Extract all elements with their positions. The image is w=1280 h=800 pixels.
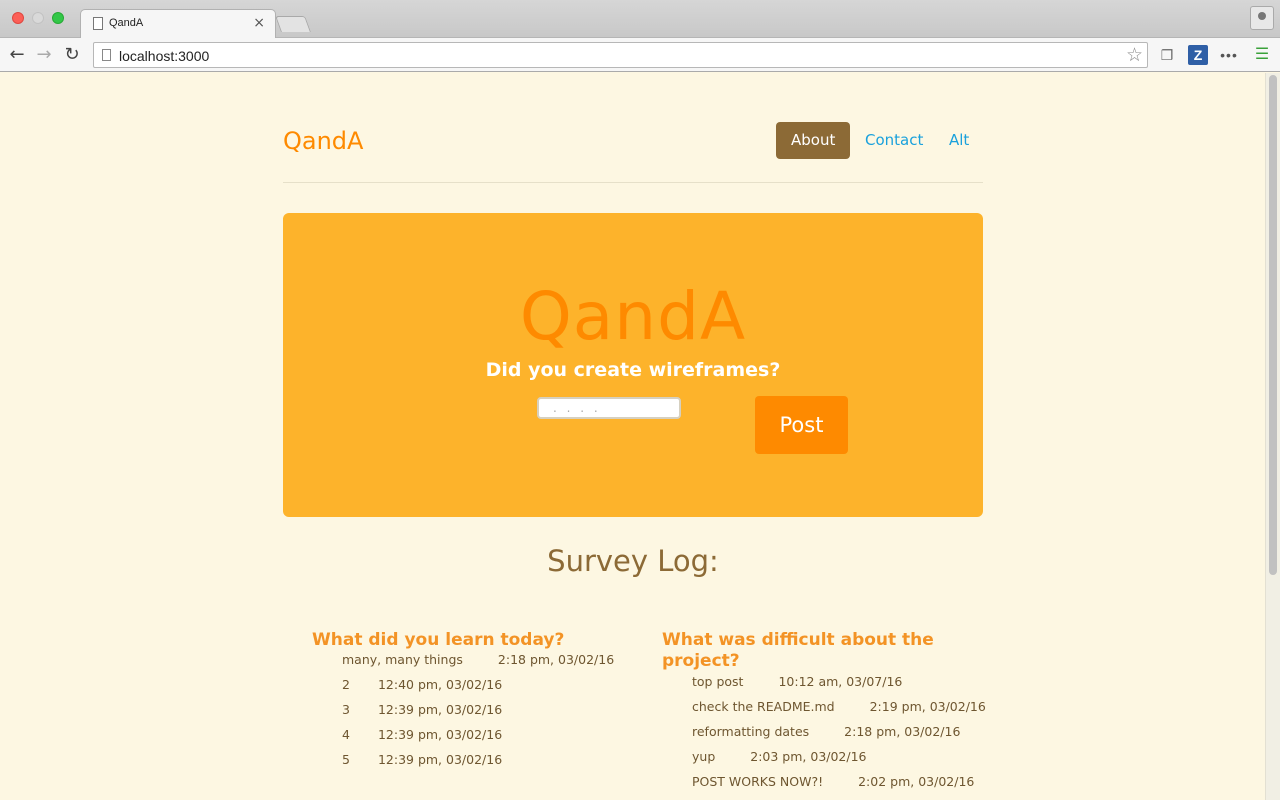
list-item: top post 10:12 am, 03/07/16: [692, 673, 982, 698]
header-divider: [283, 182, 983, 183]
question-column: What did you learn today? many, many thi…: [312, 630, 632, 776]
answer-text: top post: [692, 674, 744, 689]
question-column: What was difficult about the project? to…: [662, 630, 986, 798]
answer-timestamp: 2:02 pm, 03/02/16: [858, 774, 975, 789]
page-icon: [93, 17, 103, 30]
list-item: yup 2:03 pm, 03/02/16: [692, 748, 982, 773]
browser-tab[interactable]: QandA ×: [80, 9, 276, 39]
answer-text: 3: [342, 702, 350, 717]
answer-text: reformatting dates: [692, 724, 810, 739]
answer-timestamp: 12:40 pm, 03/02/16: [377, 677, 503, 692]
profile-icon[interactable]: [1250, 6, 1274, 30]
brand-logo[interactable]: QandA: [283, 127, 363, 155]
answer-timestamp: 10:12 am, 03/07/16: [778, 674, 903, 689]
menu-icon[interactable]: ☰: [1252, 45, 1272, 65]
close-window-button[interactable]: [12, 12, 24, 24]
question-heading: What was difficult about the project?: [662, 630, 934, 671]
post-button[interactable]: Post: [755, 396, 848, 454]
hero-title: QandA: [519, 278, 747, 355]
more-icon[interactable]: •••: [1219, 45, 1239, 65]
reload-icon[interactable]: ↻: [60, 43, 84, 67]
list-item: check the README.md 2:19 pm, 03/02/16: [692, 698, 986, 723]
answer-text: check the README.md: [692, 699, 835, 714]
survey-log-title: Survey Log:: [547, 544, 719, 578]
list-item: 2 12:40 pm, 03/02/16: [342, 676, 632, 701]
answer-timestamp: 2:03 pm, 03/02/16: [750, 749, 867, 764]
answer-timestamp: 2:18 pm, 03/02/16: [844, 724, 961, 739]
extension-icon[interactable]: ❐: [1157, 45, 1177, 65]
list-item: 4 12:39 pm, 03/02/16: [342, 726, 632, 751]
tab-title: QandA: [109, 17, 144, 29]
tab-close-icon[interactable]: ×: [253, 15, 265, 31]
list-item: 3 12:39 pm, 03/02/16: [342, 701, 632, 726]
survey-question: Did you create wireframes?: [485, 359, 781, 381]
list-item: POST WORKS NOW?! 2:02 pm, 03/02/16: [692, 773, 982, 798]
list-item: reformatting dates 2:18 pm, 03/02/16: [692, 723, 982, 748]
new-tab-button[interactable]: [275, 16, 311, 32]
browser-toolbar: ← → ↻ localhost:3000 ☆ ❐ Z ••• ☰: [0, 38, 1280, 72]
answer-input[interactable]: [537, 397, 681, 419]
answer-text: 5: [342, 752, 350, 767]
question-heading: What did you learn today?: [312, 630, 565, 650]
minimize-window-button[interactable]: [32, 12, 44, 24]
nav-alt[interactable]: Alt: [934, 122, 984, 159]
browser-titlebar: QandA ×: [0, 0, 1280, 39]
answer-list: top post 10:12 am, 03/07/16 check the REA…: [692, 673, 986, 798]
star-icon[interactable]: ☆: [1126, 44, 1143, 66]
answer-list: many, many things 2:18 pm, 03/02/16 2 12:4…: [342, 651, 632, 776]
scrollbar-thumb[interactable]: [1269, 75, 1277, 575]
answer-timestamp: 12:39 pm, 03/02/16: [377, 727, 503, 742]
answer-text: POST WORKS NOW?!: [692, 774, 824, 789]
answer-text: 2: [342, 677, 350, 692]
list-item: many, many things 2:18 pm, 03/02/16: [342, 651, 632, 676]
answer-text: yup: [692, 749, 716, 764]
answer-timestamp: 12:39 pm, 03/02/16: [377, 752, 503, 767]
page-scrollbar[interactable]: [1265, 73, 1280, 800]
back-icon[interactable]: ←: [5, 43, 29, 67]
answer-text: many, many things: [342, 652, 463, 667]
answer-text: 4: [342, 727, 350, 742]
maximize-window-button[interactable]: [52, 12, 64, 24]
answer-timestamp: 12:39 pm, 03/02/16: [377, 702, 503, 717]
address-bar[interactable]: localhost:3000 ☆: [93, 42, 1148, 68]
list-item: 5 12:39 pm, 03/02/16: [342, 751, 632, 776]
zotero-icon[interactable]: Z: [1188, 45, 1208, 65]
page-icon: [102, 49, 111, 61]
answer-timestamp: 2:19 pm, 03/02/16: [869, 699, 986, 714]
answer-timestamp: 2:18 pm, 03/02/16: [497, 652, 615, 667]
address-bar-url[interactable]: localhost:3000: [119, 48, 209, 64]
hero-panel: QandA Did you create wireframes? Post: [283, 213, 983, 517]
nav-contact[interactable]: Contact: [850, 122, 938, 159]
nav-about[interactable]: About: [776, 122, 851, 159]
forward-icon[interactable]: →: [32, 43, 56, 67]
